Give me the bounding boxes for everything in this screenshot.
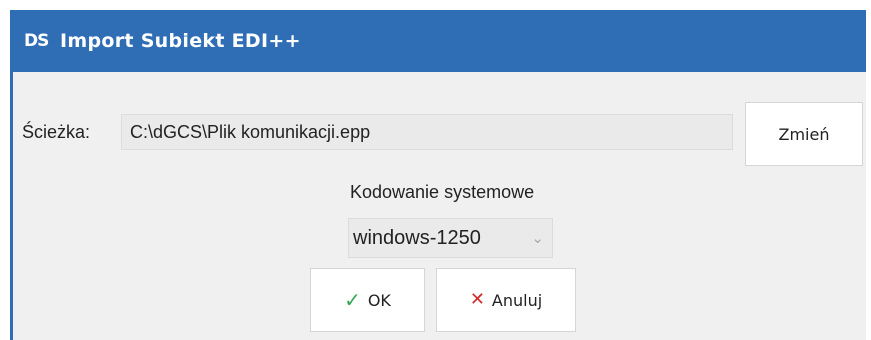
encoding-selected-value: windows-1250 [353,226,481,249]
title-bar: DS Import Subiekt EDI++ [10,10,866,72]
window-left-border [10,72,13,340]
encoding-label: Kodowanie systemowe [350,182,535,202]
ok-label: OK [367,290,391,310]
app-logo: DS [24,31,49,51]
path-label: Ścieżka: [22,122,91,142]
ok-button[interactable]: ✓ OK [310,268,425,332]
change-path-button[interactable]: Zmień [745,102,863,166]
encoding-select[interactable]: windows-1250 ⌄ [348,218,553,258]
dialog-title: Import Subiekt EDI++ [60,30,301,52]
path-field[interactable]: C:\dGCS\Plik komunikacji.epp [121,114,733,150]
check-icon: ✓ [344,288,361,312]
chevron-down-icon: ⌄ [531,230,544,247]
cancel-label: Anuluj [491,290,543,310]
dialog-content: Ścieżka: C:\dGCS\Plik komunikacji.epp Zm… [10,72,866,340]
change-path-label: Zmień [778,124,830,144]
x-icon: ✕ [469,289,485,310]
window-right-edge [866,10,871,340]
cancel-button[interactable]: ✕ Anuluj [436,268,576,332]
import-dialog: DS Import Subiekt EDI++ Ścieżka: C:\dGCS… [0,0,871,340]
